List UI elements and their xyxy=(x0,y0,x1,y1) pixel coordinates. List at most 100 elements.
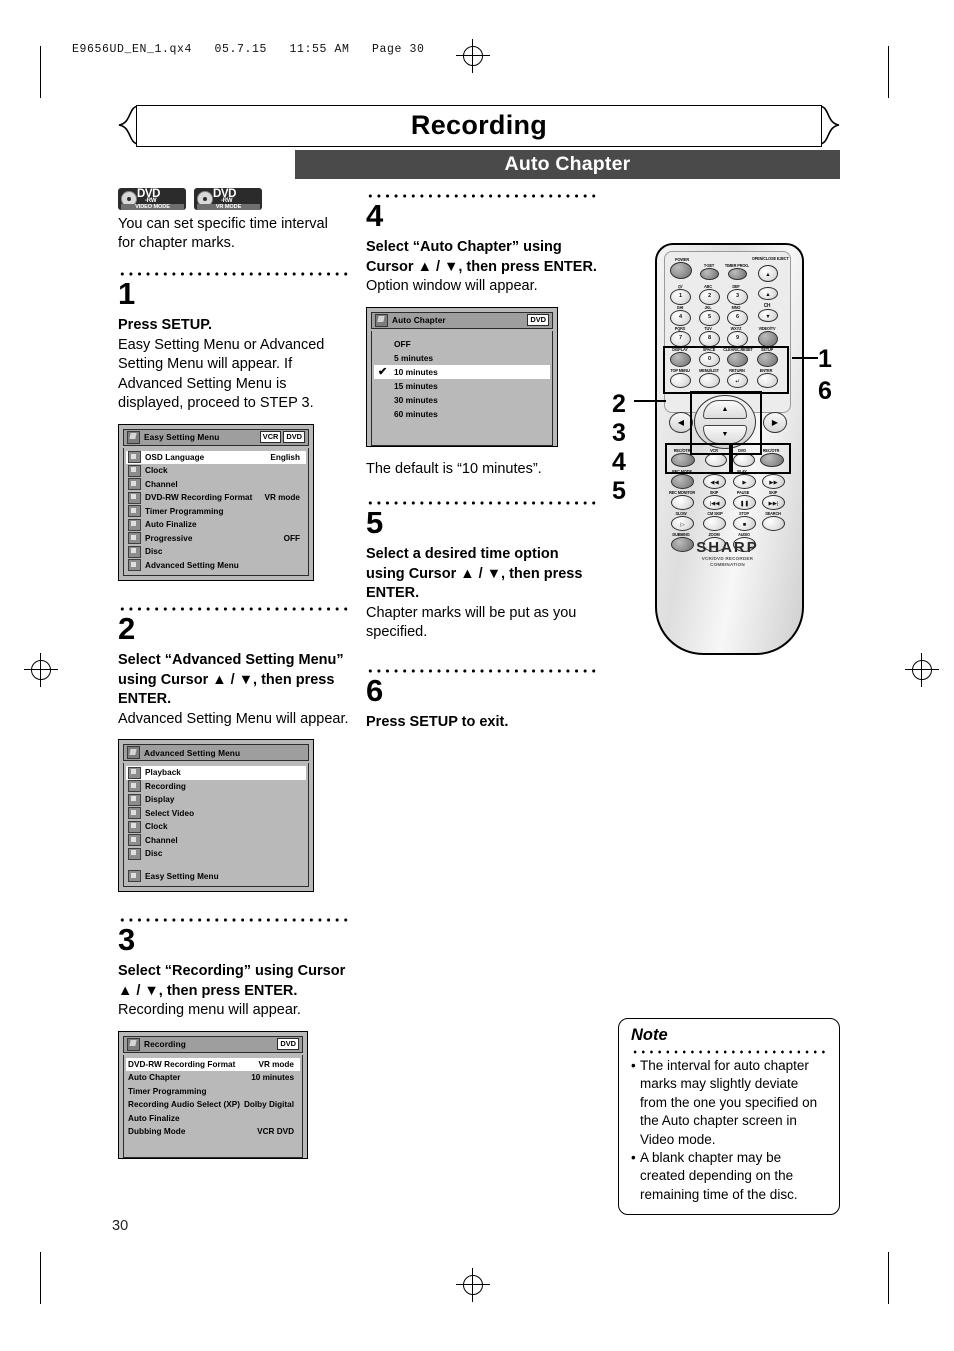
step-detail: Option window will appear. xyxy=(366,278,538,294)
intro-paragraph: You can set specific time interval for c… xyxy=(118,216,328,251)
row-label: Timer Programming xyxy=(128,1086,207,1096)
stop-button[interactable]: ■ xyxy=(733,516,756,531)
option-row[interactable]: 15 minutes xyxy=(374,379,550,393)
rewind-button[interactable]: ◀◀ xyxy=(703,474,726,489)
key-4-button[interactable]: 4 xyxy=(670,310,691,326)
key-1-button[interactable]: 1 xyxy=(670,289,691,305)
option-row[interactable]: OFF xyxy=(374,337,550,351)
menu-row[interactable]: Disc xyxy=(126,545,306,559)
middle-column: 4 Select “Auto Chapter” using Cursor ▲ /… xyxy=(366,190,598,732)
row-label: OSD Language xyxy=(145,452,205,462)
step-number: 1 xyxy=(118,276,136,311)
row-label: Clock xyxy=(145,822,168,832)
option-row[interactable]: 5 minutes xyxy=(374,351,550,365)
row-label: DVD-RW Recording Format xyxy=(128,1059,236,1069)
t-set-button[interactable] xyxy=(700,268,719,280)
row-label: Select Video xyxy=(145,808,195,818)
menu-row[interactable]: Easy Setting Menu xyxy=(126,870,306,884)
callout-1: 1 xyxy=(818,345,832,373)
menu-row[interactable]: Advanced Setting Menu xyxy=(126,559,306,573)
pause-icon: ❚❚ xyxy=(739,501,750,507)
step-divider-dots xyxy=(366,664,598,673)
slow-icon: ▷ xyxy=(680,522,685,528)
skip-back-button[interactable]: |◀◀ xyxy=(703,495,726,510)
step-detail: Advanced Setting Menu will appear. xyxy=(118,710,349,727)
menu-icon xyxy=(127,430,140,444)
menu-row[interactable]: Select Video xyxy=(126,807,306,821)
menu-row[interactable]: Disc xyxy=(126,847,306,861)
power-button[interactable] xyxy=(670,262,692,279)
key-7-button[interactable]: 7 xyxy=(670,331,691,347)
chevron-up-icon: ▲ xyxy=(765,292,771,298)
menu-row[interactable]: DVD-RW Recording Format VR mode xyxy=(126,1057,300,1071)
slow-button[interactable]: ▷ xyxy=(671,516,694,531)
rec-mode-button[interactable] xyxy=(671,474,694,489)
screen-tags: VCR DVD xyxy=(259,431,305,443)
timer-prog-button[interactable] xyxy=(728,268,747,280)
pause-button[interactable]: ❚❚ xyxy=(733,495,756,510)
option-row[interactable]: 30 minutes xyxy=(374,393,550,407)
key-9-button[interactable]: 9 xyxy=(727,331,748,347)
menu-row[interactable]: Dubbing Mode VCR DVD xyxy=(126,1125,300,1139)
menu-row[interactable]: Auto Finalize xyxy=(126,1112,300,1126)
step-4: 4 Select “Auto Chapter” using Cursor ▲ /… xyxy=(366,190,598,297)
row-label: Easy Setting Menu xyxy=(145,871,219,881)
row-label: Dubbing Mode xyxy=(128,1127,186,1137)
key-5-button[interactable]: 5 xyxy=(699,310,720,326)
step-divider-dots xyxy=(118,914,350,922)
open-close-eject-button-label: OPEN/CLOSE EJECT xyxy=(751,256,789,261)
skip-forward-button[interactable]: ▶▶| xyxy=(762,495,785,510)
menu-row[interactable]: Auto Finalize xyxy=(126,518,306,532)
menu-icon xyxy=(375,313,388,327)
row-label: Recording Audio Select (XP) xyxy=(128,1100,241,1110)
open-close-eject-button[interactable]: ▲ xyxy=(758,265,778,282)
leader-line-callout-1 xyxy=(792,357,818,359)
menu-row[interactable]: Channel xyxy=(126,834,306,848)
key-2-button[interactable]: 2 xyxy=(699,289,720,305)
highlight-box-dvd-group xyxy=(729,443,791,474)
menu-row[interactable]: Timer Programming xyxy=(126,1085,300,1099)
screen-body: DVD-RW Recording Format VR mode Auto Chap… xyxy=(123,1054,303,1158)
key-3-button[interactable]: 3 xyxy=(727,289,748,305)
note-box: Note • The interval for auto chapter mar… xyxy=(618,1018,840,1216)
video-tv-button[interactable] xyxy=(758,331,778,347)
screen-title: Advanced Setting Menu xyxy=(144,747,241,758)
menu-row[interactable]: Auto Chapter 10 minutes xyxy=(126,1071,300,1085)
search-button[interactable] xyxy=(762,516,785,531)
menu-row[interactable]: Clock xyxy=(126,820,306,834)
cursor-right-button[interactable]: ▶ xyxy=(763,412,787,433)
menu-row[interactable]: Playback xyxy=(126,766,306,780)
menu-row[interactable]: Channel xyxy=(126,478,306,492)
section-title: Auto Chapter xyxy=(295,150,840,179)
option-label: 15 minutes xyxy=(394,380,438,391)
menu-row[interactable]: Recording xyxy=(126,780,306,794)
cm-skip-button[interactable] xyxy=(703,516,726,531)
fast-forward-button[interactable]: ▶▶ xyxy=(762,474,785,489)
menu-row[interactable]: Progressive OFF xyxy=(126,532,306,546)
menu-row[interactable]: OSD Language English xyxy=(126,450,306,464)
menu-row[interactable]: Timer Programming xyxy=(126,505,306,519)
menu-row[interactable]: Recording Audio Select (XP) Dolby Digital xyxy=(126,1098,300,1112)
channel-down-button[interactable]: ▼ xyxy=(758,309,778,322)
note-divider-dots xyxy=(631,1046,829,1054)
play-button[interactable]: ▶ xyxy=(733,474,756,489)
callout-6: 6 xyxy=(818,377,832,405)
row-value: VR mode xyxy=(258,1059,295,1069)
channel-up-button[interactable]: ▲ xyxy=(758,287,778,300)
row-icon xyxy=(128,793,141,806)
tag-vcr: VCR xyxy=(259,431,282,443)
menu-row[interactable]: DVD-RW Recording Format VR mode xyxy=(126,491,306,505)
leader-line-callout-2 xyxy=(634,400,666,402)
row-label: Disc xyxy=(145,849,163,859)
menu-row[interactable]: Display xyxy=(126,793,306,807)
key-8-button[interactable]: 8 xyxy=(699,331,720,347)
menu-row[interactable]: Clock xyxy=(126,464,306,478)
option-row[interactable]: 60 minutes xyxy=(374,407,550,421)
key-6-button[interactable]: 6 xyxy=(727,310,748,326)
option-row[interactable]: ✔ 10 minutes xyxy=(374,364,550,379)
callout-5: 5 xyxy=(612,477,626,505)
crop-mark-bottom-left-v xyxy=(40,1252,41,1304)
rec-monitor-button[interactable] xyxy=(671,495,694,510)
step-divider-dots xyxy=(366,190,598,198)
media-logo-group: DVD -RW VIDEO MODE DVD -RW VR MODE xyxy=(118,188,262,210)
